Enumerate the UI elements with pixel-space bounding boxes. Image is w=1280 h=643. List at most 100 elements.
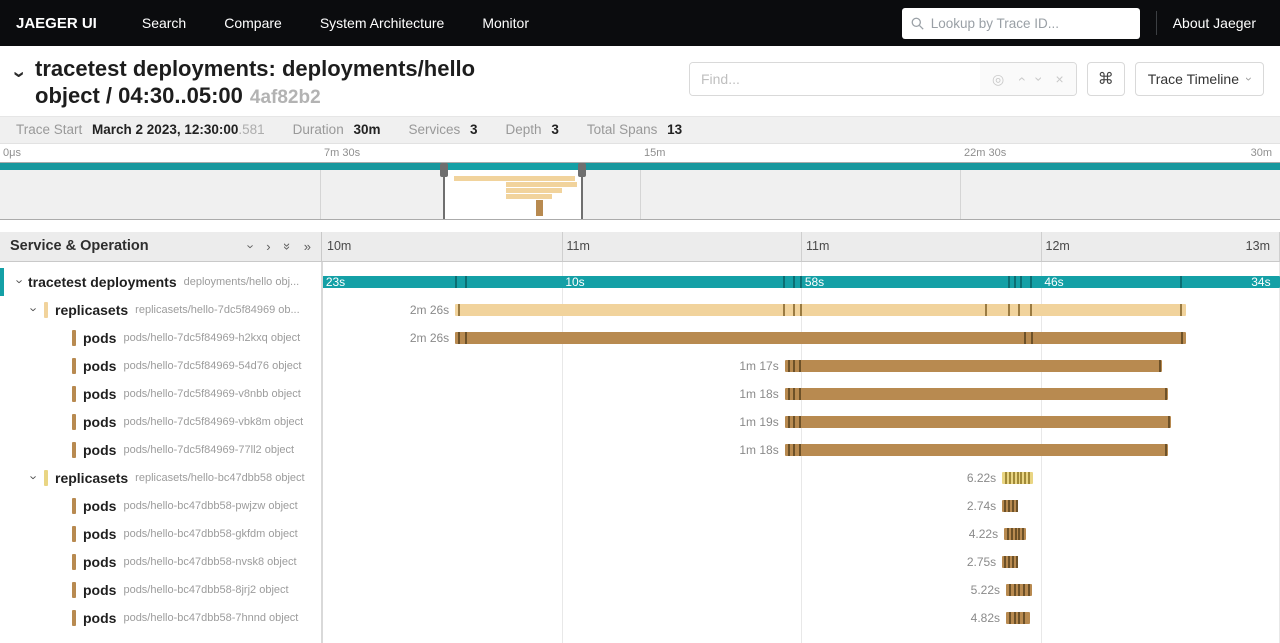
span-timeline-cell[interactable]: 2.75s: [322, 548, 1280, 576]
nav-item-search[interactable]: Search: [123, 0, 205, 46]
span-name-cell[interactable]: ›replicasetsreplicasets/hello-bc47dbb58 …: [0, 464, 322, 492]
span-name-cell[interactable]: ›tracetest deploymentsdeployments/hello …: [0, 268, 322, 296]
span-color-indicator: [72, 414, 76, 430]
span-timeline-cell[interactable]: 1m 18s: [322, 436, 1280, 464]
clear-find-icon[interactable]: ×: [1056, 71, 1064, 87]
expand-one-level-icon[interactable]: ›: [266, 240, 270, 253]
span-bar[interactable]: [785, 416, 1171, 428]
span-timeline-cell[interactable]: 2m 26s: [322, 324, 1280, 352]
span-timeline-cell[interactable]: 4.22s: [322, 520, 1280, 548]
span-duration-label: 1m 18s: [739, 387, 778, 401]
app-logo[interactable]: JAEGER UI: [16, 15, 97, 32]
span-row[interactable]: ›replicasetsreplicasets/hello-7dc5f84969…: [0, 296, 1280, 324]
span-timeline-cell[interactable]: 4.82s: [322, 604, 1280, 632]
minimap-right-scrubber[interactable]: [581, 163, 583, 219]
column-resizer[interactable]: [321, 262, 323, 643]
service-operation-title: Service & Operation: [10, 238, 236, 254]
span-log-tick-icon: [1168, 416, 1170, 428]
span-duration-label: 4.82s: [971, 611, 1000, 625]
trace-view-selector[interactable]: Trace Timeline ›: [1135, 62, 1264, 96]
span-name-cell[interactable]: podspods/hello-7dc5f84969-h2kxq object: [0, 324, 322, 352]
nav-item-about-jaeger[interactable]: About Jaeger: [1173, 15, 1264, 31]
span-row[interactable]: podspods/hello-7dc5f84969-77ll2 object1m…: [0, 436, 1280, 464]
span-row[interactable]: podspods/hello-7dc5f84969-vbk8m object1m…: [0, 408, 1280, 436]
span-bar[interactable]: [785, 444, 1168, 456]
span-timeline-cell[interactable]: 2m 26s: [322, 296, 1280, 324]
trace-view-label: Trace Timeline: [1148, 71, 1239, 87]
nav-item-compare[interactable]: Compare: [205, 0, 301, 46]
span-timeline-cell[interactable]: 1m 19s: [322, 408, 1280, 436]
span-row[interactable]: podspods/hello-7dc5f84969-54d76 object1m…: [0, 352, 1280, 380]
span-timeline-cell[interactable]: 6.22s: [322, 464, 1280, 492]
span-name-cell[interactable]: podspods/hello-7dc5f84969-v8nbb object: [0, 380, 322, 408]
span-row[interactable]: podspods/hello-bc47dbb58-gkfdm object 4.2…: [0, 520, 1280, 548]
axis-tick-label: 11m: [567, 239, 590, 253]
span-timeline-cell[interactable]: 23s10s58s46s34s: [322, 268, 1280, 296]
span-row[interactable]: podspods/hello-bc47dbb58-7hnnd object 4.8…: [0, 604, 1280, 632]
collapse-all-icon[interactable]: »: [281, 243, 294, 250]
prev-result-chevron-icon[interactable]: ›: [1013, 77, 1029, 82]
span-row[interactable]: podspods/hello-7dc5f84969-v8nbb object 1m…: [0, 380, 1280, 408]
trace-id-search-input[interactable]: [931, 16, 1131, 31]
axis-tick-label: 11m: [806, 239, 829, 253]
span-timeline-cell[interactable]: 5.22s: [322, 576, 1280, 604]
span-bar[interactable]: [785, 360, 1162, 372]
span-operation-name: pods/hello-7dc5f84969-h2kxq object: [123, 332, 316, 344]
span-log-tick-icon: [1018, 612, 1020, 624]
span-row[interactable]: ›replicasetsreplicasets/hello-bc47dbb58 …: [0, 464, 1280, 492]
span-name-cell[interactable]: podspods/hello-bc47dbb58-pwjzw object: [0, 492, 322, 520]
span-name-cell[interactable]: podspods/hello-bc47dbb58-gkfdm object: [0, 520, 322, 548]
span-row[interactable]: podspods/hello-bc47dbb58-pwjzw object2.7…: [0, 492, 1280, 520]
span-duration-label: 4.22s: [969, 527, 998, 541]
timeline-minimap[interactable]: [0, 162, 1280, 220]
span-name-cell[interactable]: podspods/hello-bc47dbb58-7hnnd object: [0, 604, 322, 632]
span-color-indicator: [72, 582, 76, 598]
span-name-cell[interactable]: podspods/hello-7dc5f84969-vbk8m object: [0, 408, 322, 436]
span-color-indicator: [72, 554, 76, 570]
collapse-children-chevron-icon[interactable]: ›: [27, 302, 42, 318]
span-name-cell[interactable]: ›replicasetsreplicasets/hello-7dc5f84969…: [0, 296, 322, 324]
span-color-indicator: [72, 330, 76, 346]
span-log-tick-icon: [1011, 528, 1013, 540]
span-row[interactable]: podspods/hello-7dc5f84969-h2kxq object 2m…: [0, 324, 1280, 352]
row-indent: [0, 436, 70, 464]
span-bar[interactable]: [785, 388, 1168, 400]
nav-item-monitor[interactable]: Monitor: [463, 0, 548, 46]
summary-label: Trace Start: [16, 122, 86, 137]
collapse-trace-detail-chevron-icon[interactable]: ›: [9, 71, 30, 78]
trace-header-controls: ◎ › › × ⌘ Trace Timeline ›: [689, 62, 1264, 96]
minimap-left-scrubber[interactable]: [443, 163, 445, 219]
span-row[interactable]: ›tracetest deploymentsdeployments/hello …: [0, 268, 1280, 296]
span-timeline-cell[interactable]: 2.74s: [322, 492, 1280, 520]
span-row[interactable]: podspods/hello-bc47dbb58-8jrj2 object5.2…: [0, 576, 1280, 604]
focus-match-icon[interactable]: ◎: [992, 71, 1004, 88]
collapse-children-chevron-icon[interactable]: ›: [13, 274, 28, 290]
next-result-chevron-icon[interactable]: ›: [1031, 77, 1047, 82]
find-input[interactable]: [690, 63, 980, 95]
span-operation-name: pods/hello-7dc5f84969-vbk8m object: [123, 416, 316, 428]
span-name-cell[interactable]: podspods/hello-bc47dbb58-8jrj2 object: [0, 576, 322, 604]
span-service-name: replicasets: [55, 470, 128, 486]
span-bar[interactable]: [455, 304, 1186, 316]
collapse-children-chevron-icon[interactable]: ›: [27, 470, 42, 486]
collapse-one-level-icon[interactable]: ›: [245, 244, 258, 248]
nav-menu: SearchCompareSystem ArchitectureMonitor: [123, 0, 548, 46]
trace-id-search[interactable]: [902, 8, 1140, 39]
span-name-cell[interactable]: podspods/hello-7dc5f84969-54d76 object: [0, 352, 322, 380]
span-row[interactable]: podspods/hello-bc47dbb58-nvsk8 object2.7…: [0, 548, 1280, 576]
summary-value: 13: [667, 122, 682, 137]
span-log-tick-icon: [1165, 388, 1167, 400]
axis-gridline: [801, 232, 802, 261]
span-timeline-cell[interactable]: 1m 18s: [322, 380, 1280, 408]
span-duration-label: 2m 26s: [410, 331, 449, 345]
span-operation-name: replicasets/hello-7dc5f84969 ob...: [135, 304, 316, 316]
span-name-cell[interactable]: podspods/hello-bc47dbb58-nvsk8 object: [0, 548, 322, 576]
find-result-controls: ◎ › › ×: [980, 63, 1076, 95]
expand-all-icon[interactable]: »: [304, 240, 311, 253]
span-timeline-cell[interactable]: 1m 17s: [322, 352, 1280, 380]
nav-item-system-architecture[interactable]: System Architecture: [301, 0, 464, 46]
span-name-cell[interactable]: podspods/hello-7dc5f84969-77ll2 object: [0, 436, 322, 464]
span-log-tick-icon: [799, 444, 801, 456]
keyboard-shortcuts-button[interactable]: ⌘: [1087, 62, 1125, 96]
span-bar[interactable]: [455, 332, 1186, 344]
